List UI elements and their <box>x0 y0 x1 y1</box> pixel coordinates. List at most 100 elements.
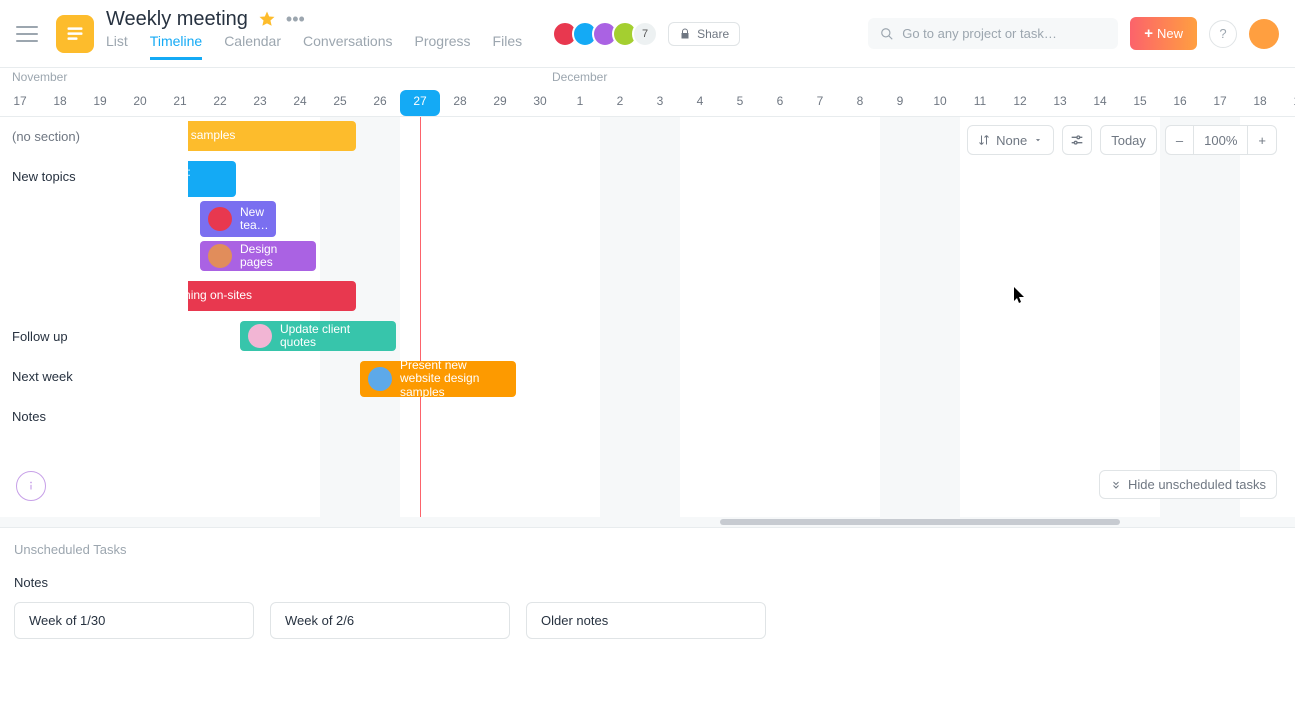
task-bar[interactable]: New tea… <box>200 201 276 237</box>
zoom-in-button[interactable]: + <box>1248 125 1277 155</box>
date-cell[interactable]: 7 <box>800 90 840 116</box>
date-header: 1718192021222324252627282930123456789101… <box>0 90 1295 117</box>
section-list: (no section)New topicsFollow upNext week… <box>0 117 188 517</box>
note-card[interactable]: Week of 2/6 <box>270 602 510 639</box>
section-label[interactable]: Follow up <box>0 317 188 357</box>
date-cell[interactable]: 13 <box>1040 90 1080 116</box>
date-cell[interactable]: 16 <box>1160 90 1200 116</box>
task-bar[interactable]: Review new website design samples <box>188 121 356 151</box>
project-icon[interactable] <box>56 15 94 53</box>
info-button[interactable] <box>16 471 46 501</box>
star-icon[interactable] <box>258 10 276 28</box>
horizontal-scrollbar[interactable] <box>0 517 1295 527</box>
sort-button[interactable]: None <box>967 125 1054 155</box>
date-cell[interactable]: 29 <box>480 90 520 116</box>
date-cell[interactable]: 5 <box>720 90 760 116</box>
search-icon <box>880 27 894 41</box>
date-cell[interactable]: 25 <box>320 90 360 116</box>
date-cell[interactable]: 17 <box>1200 90 1240 116</box>
month-label: November <box>0 70 540 90</box>
date-cell[interactable]: 20 <box>120 90 160 116</box>
note-card[interactable]: Older notes <box>526 602 766 639</box>
date-cell[interactable]: 12 <box>1000 90 1040 116</box>
task-label: Update client quotes <box>280 323 388 349</box>
tab-timeline[interactable]: Timeline <box>150 33 202 60</box>
date-cell[interactable]: 17 <box>0 90 40 116</box>
tab-calendar[interactable]: Calendar <box>224 33 281 60</box>
member-overflow[interactable]: 7 <box>632 21 658 47</box>
task-label: Planning on-sites <box>188 289 252 302</box>
share-button[interactable]: Share <box>668 22 740 46</box>
more-icon[interactable]: ••• <box>286 14 305 24</box>
date-cell[interactable]: 19 <box>1280 90 1295 116</box>
search-input[interactable]: Go to any project or task… <box>868 18 1118 49</box>
date-cell[interactable]: 22 <box>200 90 240 116</box>
assignee-avatar <box>368 367 392 391</box>
help-button[interactable]: ? <box>1209 20 1237 48</box>
date-cell[interactable]: 26 <box>360 90 400 116</box>
notes-section-title: Notes <box>14 575 1281 590</box>
date-cell[interactable]: 19 <box>80 90 120 116</box>
date-cell[interactable]: 24 <box>280 90 320 116</box>
date-cell[interactable]: 23 <box>240 90 280 116</box>
timeline-controls: None Today – 100% + <box>967 125 1277 155</box>
date-cell[interactable]: 18 <box>40 90 80 116</box>
date-cell[interactable]: 6 <box>760 90 800 116</box>
task-label: Review new website design samples <box>188 129 235 142</box>
topbar: Weekly meeting ••• List Timeline Calendar C… <box>0 0 1295 68</box>
date-cell[interactable]: 4 <box>680 90 720 116</box>
date-cell[interactable]: 18 <box>1240 90 1280 116</box>
zoom-out-button[interactable]: – <box>1165 125 1193 155</box>
tab-progress[interactable]: Progress <box>415 33 471 60</box>
date-cell[interactable]: 28 <box>440 90 480 116</box>
date-cell[interactable]: 11 <box>960 90 1000 116</box>
task-bar[interactable]: Present new website design samples <box>360 361 516 397</box>
date-cell[interactable]: 14 <box>1080 90 1120 116</box>
task-bar[interactable]: Design pages <box>200 241 316 271</box>
user-avatar[interactable] <box>1249 19 1279 49</box>
timeline-grid[interactable]: Review new website design samples Custome… <box>188 117 1295 517</box>
zoom-level[interactable]: 100% <box>1193 125 1248 155</box>
task-bar[interactable]: Update client quotes <box>240 321 396 351</box>
date-cell[interactable]: 3 <box>640 90 680 116</box>
date-cell[interactable]: 15 <box>1120 90 1160 116</box>
timeline-body: (no section)New topicsFollow upNext week… <box>0 117 1295 517</box>
unscheduled-title: Unscheduled Tasks <box>14 542 1281 557</box>
project-title[interactable]: Weekly meeting <box>106 8 248 31</box>
section-label[interactable]: Notes <box>0 397 188 437</box>
hide-unscheduled-button[interactable]: Hide unscheduled tasks <box>1099 470 1277 499</box>
settings-button[interactable] <box>1062 125 1092 155</box>
new-button[interactable]: + New <box>1130 17 1197 50</box>
task-label: New tea… <box>240 206 269 232</box>
date-cell[interactable]: 30 <box>520 90 560 116</box>
chevron-down-icon <box>1033 135 1043 145</box>
hamburger-menu[interactable] <box>16 26 38 42</box>
tab-conversations[interactable]: Conversations <box>303 33 393 60</box>
sort-icon <box>978 134 990 146</box>
section-label[interactable]: Next week <box>0 357 188 397</box>
section-label[interactable]: (no section) <box>0 117 188 157</box>
project-header: Weekly meeting ••• List Timeline Calendar C… <box>106 8 522 60</box>
note-card[interactable]: Week of 1/30 <box>14 602 254 639</box>
task-bar[interactable]: Planning on-sites <box>188 281 356 311</box>
collapse-icon <box>1110 479 1122 491</box>
date-cell[interactable]: 21 <box>160 90 200 116</box>
date-cell[interactable]: 1 <box>560 90 600 116</box>
info-icon <box>24 479 38 493</box>
section-label[interactable]: New topics <box>0 157 188 317</box>
tab-list[interactable]: List <box>106 33 128 60</box>
today-button[interactable]: Today <box>1100 125 1157 155</box>
date-cell[interactable]: 2 <box>600 90 640 116</box>
date-cell[interactable]: 10 <box>920 90 960 116</box>
tab-files[interactable]: Files <box>493 33 523 60</box>
lock-icon <box>679 28 691 40</box>
collaborators: 7 Share <box>558 21 740 47</box>
scroll-thumb[interactable] <box>720 519 1120 525</box>
date-cell[interactable]: 9 <box>880 90 920 116</box>
date-cell[interactable]: 27 <box>400 90 440 116</box>
note-cards: Week of 1/30 Week of 2/6 Older notes <box>14 602 1281 639</box>
assignee-avatar <box>248 324 272 348</box>
plus-icon: + <box>1144 25 1153 42</box>
date-cell[interactable]: 8 <box>840 90 880 116</box>
task-bar[interactable]: Customer deep dive: Spongle <box>188 161 236 197</box>
